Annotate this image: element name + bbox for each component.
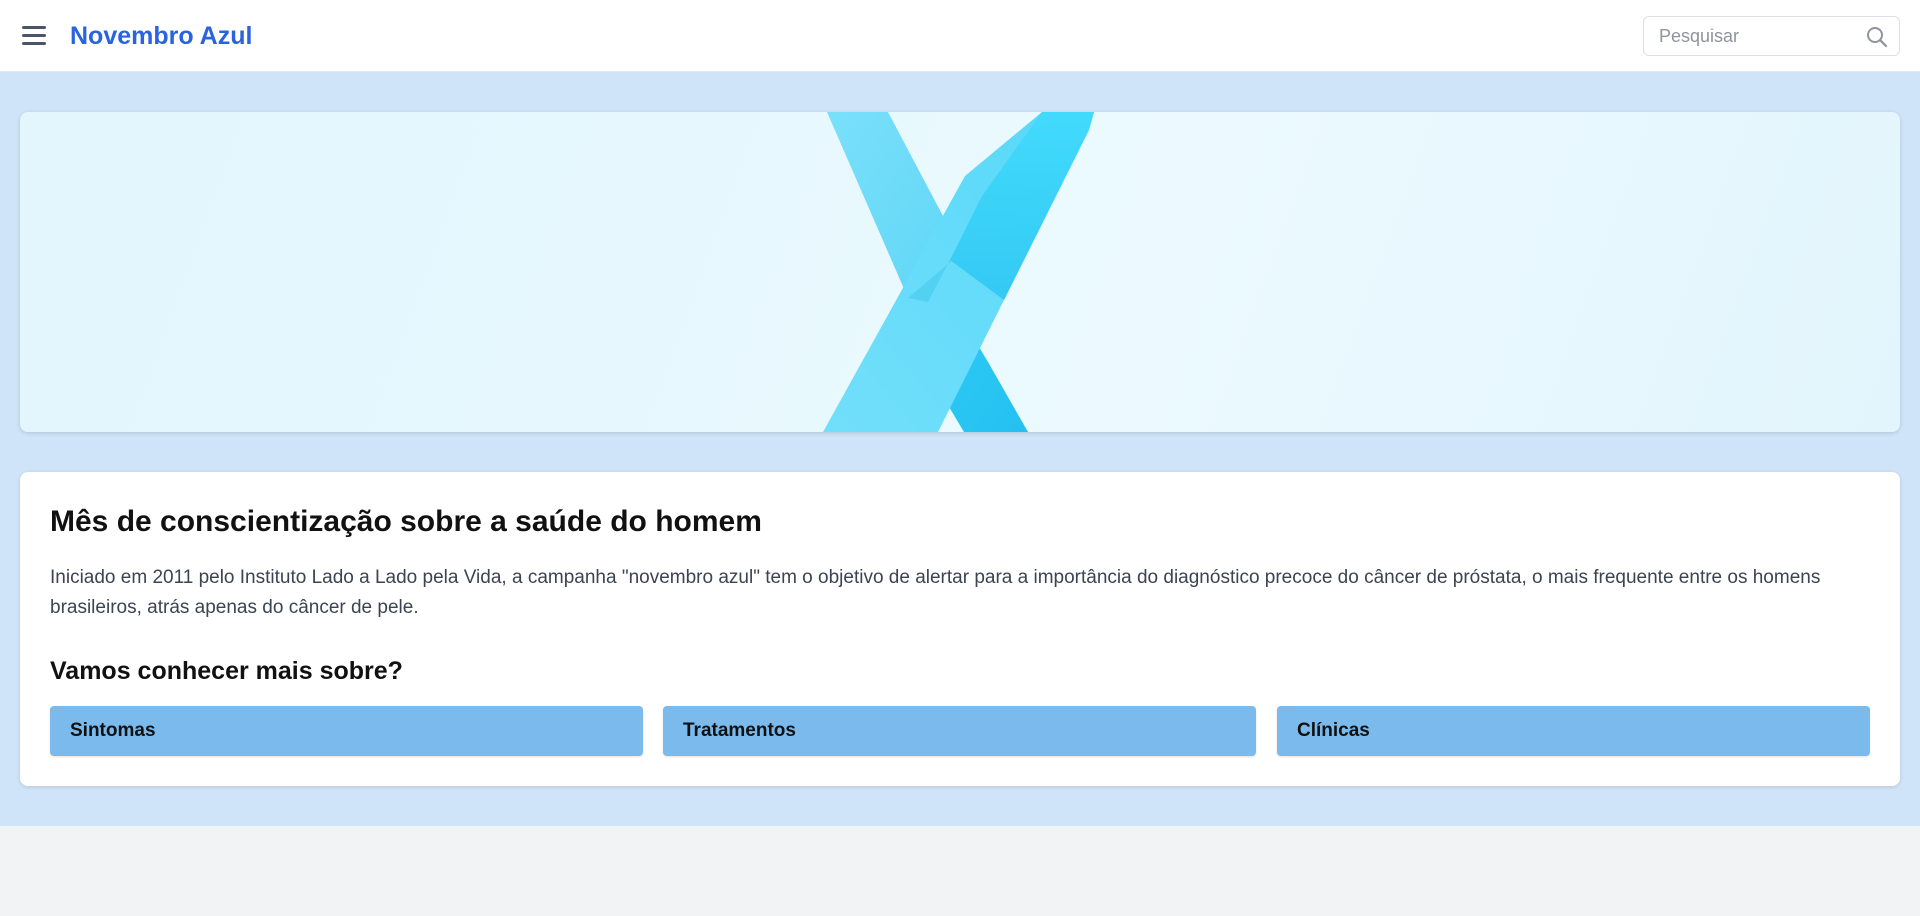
top-navbar: Novembro Azul xyxy=(0,0,1920,72)
tratamentos-button[interactable]: Tratamentos xyxy=(663,706,1256,756)
hero-banner xyxy=(20,112,1900,432)
search-input[interactable] xyxy=(1645,18,1855,54)
hamburger-menu-icon[interactable] xyxy=(20,24,50,48)
card-description: Iniciado em 2011 pelo Instituto Lado a L… xyxy=(50,567,1821,618)
search-box xyxy=(1643,16,1900,56)
sintomas-button[interactable]: Sintomas xyxy=(50,706,643,756)
search-icon[interactable] xyxy=(1865,25,1889,49)
main-content-area: Mês de conscientização sobre a saúde do … xyxy=(0,72,1920,826)
blue-ribbon-image xyxy=(823,112,1094,432)
card-subtitle: Vamos conhecer mais sobre? xyxy=(50,657,403,685)
topic-buttons: Sintomas Tratamentos Clínicas xyxy=(50,706,1870,756)
site-title[interactable]: Novembro Azul xyxy=(70,22,252,51)
clinicas-button[interactable]: Clínicas xyxy=(1277,706,1870,756)
card-title: Mês de conscientização sobre a saúde do … xyxy=(50,505,762,538)
info-card: Mês de conscientização sobre a saúde do … xyxy=(20,472,1900,786)
